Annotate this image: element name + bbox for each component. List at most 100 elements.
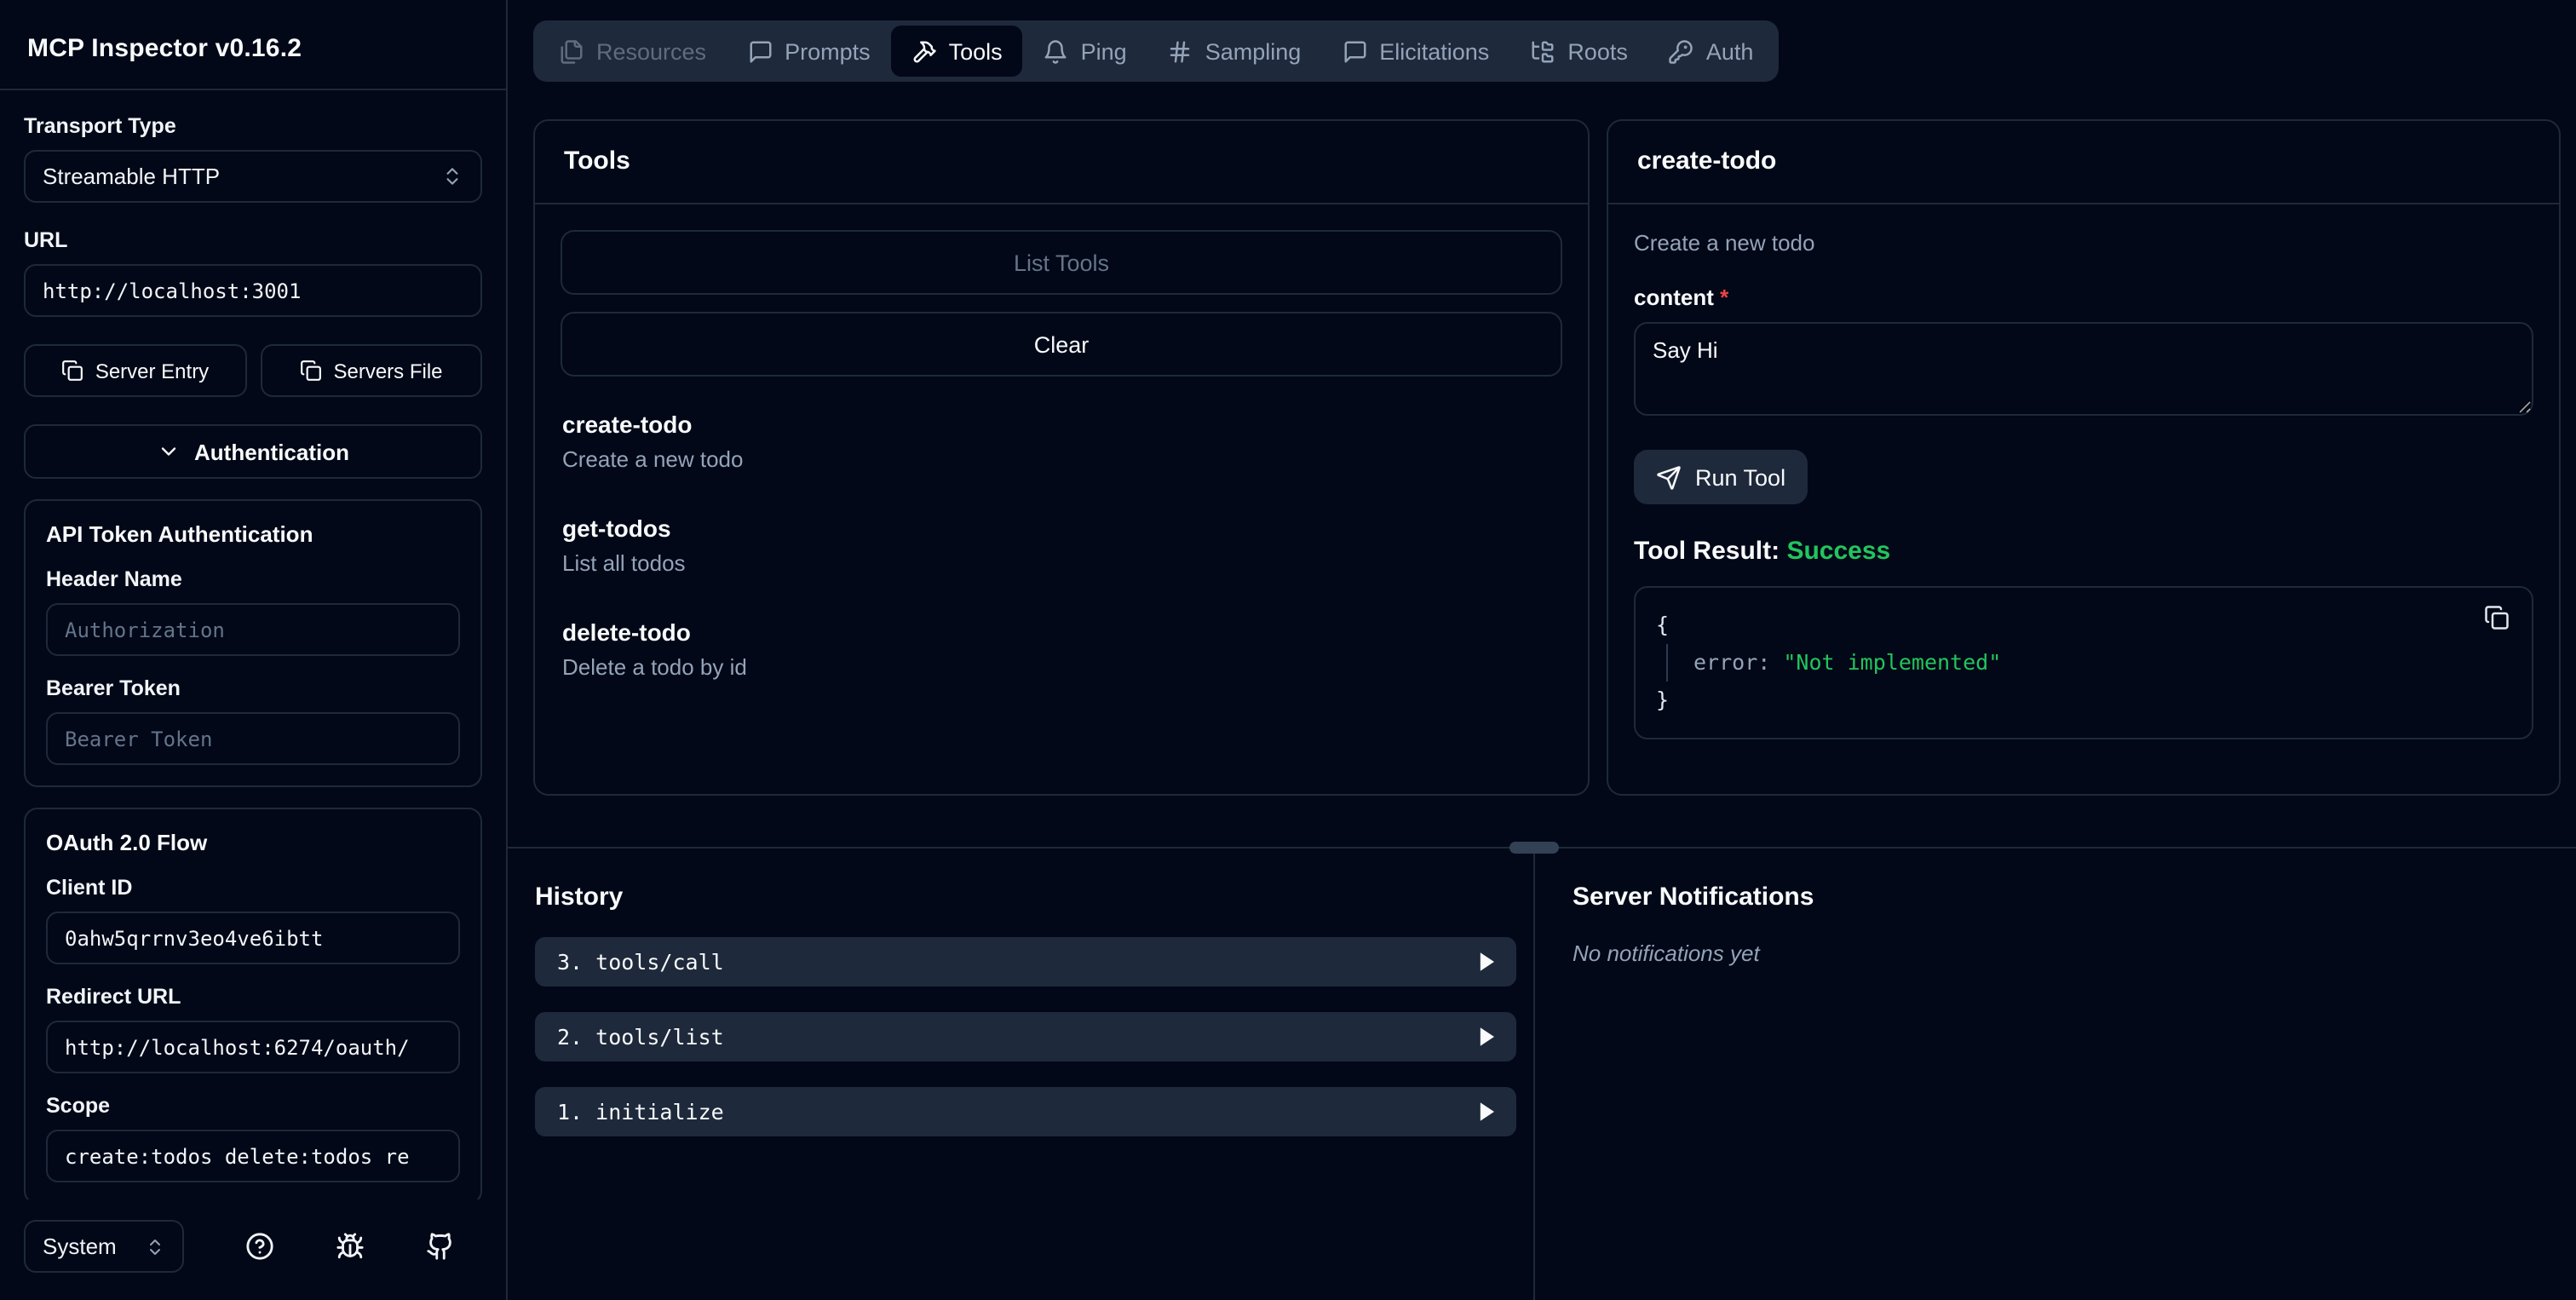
tool-result-label: Tool Result:	[1634, 537, 1780, 566]
client-id-input[interactable]	[46, 912, 460, 964]
url-input[interactable]	[24, 264, 482, 317]
files-icon	[559, 38, 584, 64]
client-id-label: Client ID	[46, 876, 133, 900]
copy-icon	[2484, 605, 2510, 630]
mcp-inspector-window: MCP Inspector v0.16.2 Transport Type Str…	[0, 0, 2576, 1300]
server-entry-label: Server Entry	[95, 359, 210, 383]
theme-select[interactable]: System	[24, 1220, 184, 1273]
tab-label: Tools	[948, 38, 1003, 64]
sidebar: MCP Inspector v0.16.2 Transport Type Str…	[0, 0, 508, 1300]
transport-type-label: Transport Type	[24, 114, 176, 138]
expand-arrow-icon	[1479, 952, 1494, 971]
bearer-token-label: Bearer Token	[46, 676, 181, 700]
run-tool-button[interactable]: Run Tool	[1634, 450, 1808, 504]
tool-description: Delete a todo by id	[562, 654, 747, 680]
clear-button[interactable]: Clear	[561, 312, 1562, 377]
tab-elicitations[interactable]: Elicitations	[1321, 26, 1509, 77]
history-entry-tools-call[interactable]: 3. tools/call	[535, 937, 1516, 987]
run-tool-label: Run Tool	[1695, 464, 1786, 490]
tab-label: Roots	[1567, 38, 1628, 64]
header-name-input[interactable]	[46, 603, 460, 656]
tab-auth[interactable]: Auth	[1648, 26, 1774, 77]
servers-file-button[interactable]: Servers File	[260, 344, 482, 397]
tools-panel-title: Tools	[535, 121, 1588, 204]
report-bug-button[interactable]	[336, 1232, 365, 1261]
tab-ping[interactable]: Ping	[1023, 26, 1147, 77]
transport-type-value: Streamable HTTP	[43, 164, 221, 189]
header-name-label: Header Name	[46, 567, 182, 591]
tab-label: Resources	[596, 38, 707, 64]
tab-tools[interactable]: Tools	[890, 26, 1023, 77]
content-label-text: content	[1634, 285, 1714, 310]
oauth-title: OAuth 2.0 Flow	[46, 830, 208, 855]
tab-prompts[interactable]: Prompts	[727, 26, 891, 77]
key-icon	[1669, 38, 1694, 64]
api-token-title: API Token Authentication	[46, 521, 313, 547]
chevrons-up-down-icon	[441, 165, 463, 187]
history-title: History	[535, 883, 624, 912]
circle-help-icon	[245, 1232, 274, 1261]
history-entry-label: 1. initialize	[557, 1099, 724, 1125]
expand-arrow-icon	[1479, 1027, 1494, 1046]
server-entry-button[interactable]: Server Entry	[24, 344, 246, 397]
bearer-token-input[interactable]	[46, 712, 460, 765]
content-field-label: content *	[1634, 285, 2533, 310]
bottom-section: History 3. tools/call 2. tools/list 1. i…	[508, 848, 2576, 1300]
json-close-brace: }	[1656, 687, 1670, 712]
scope-input[interactable]	[46, 1130, 460, 1182]
tool-list-item-delete-todo[interactable]: delete-todo Delete a todo by id	[561, 610, 1562, 688]
message-square-icon	[1342, 38, 1367, 64]
tool-result-status: Success	[1786, 537, 1891, 566]
expand-arrow-icon	[1479, 1102, 1494, 1121]
tab-roots[interactable]: Roots	[1509, 26, 1648, 77]
main-area: Resources Prompts Tools Ping Sampling El…	[508, 0, 2576, 1300]
message-square-icon	[747, 38, 773, 64]
list-tools-button[interactable]: List Tools	[561, 230, 1562, 295]
server-notifications-title: Server Notifications	[1573, 883, 1814, 912]
redirect-url-input[interactable]	[46, 1021, 460, 1073]
hammer-icon	[911, 38, 937, 64]
theme-value: System	[43, 1234, 117, 1259]
scope-label: Scope	[46, 1094, 111, 1118]
history-panel: History 3. tools/call 2. tools/list 1. i…	[508, 848, 1533, 1300]
tab-bar: Resources Prompts Tools Ping Sampling El…	[533, 20, 1780, 82]
tool-result-line: Tool Result: Success	[1634, 537, 2533, 566]
oauth-card: OAuth 2.0 Flow Client ID Redirect URL Sc…	[24, 808, 482, 1199]
github-icon	[426, 1232, 455, 1261]
tab-resources[interactable]: Resources	[538, 26, 727, 77]
json-string-value: "Not implemented"	[1783, 649, 2002, 675]
history-entry-label: 2. tools/list	[557, 1024, 724, 1050]
history-entry-initialize[interactable]: 1. initialize	[535, 1087, 1516, 1136]
tab-label: Elicitations	[1379, 38, 1490, 64]
copy-icon	[299, 360, 321, 382]
tab-label: Prompts	[785, 38, 871, 64]
copy-json-button[interactable]	[2484, 605, 2510, 630]
help-button[interactable]	[245, 1232, 274, 1261]
bell-icon	[1044, 38, 1069, 64]
github-button[interactable]	[426, 1232, 455, 1261]
server-notifications-panel: Server Notifications No notifications ye…	[1533, 848, 2576, 1300]
required-asterisk: *	[1720, 285, 1729, 310]
tab-sampling[interactable]: Sampling	[1147, 26, 1322, 77]
tool-list-item-get-todos[interactable]: get-todos List all todos	[561, 506, 1562, 584]
chevrons-up-down-icon	[145, 1236, 165, 1257]
hash-icon	[1168, 38, 1193, 64]
tools-panel-body: List Tools Clear create-todo Create a ne…	[535, 204, 1588, 794]
tool-description: Create a new todo	[562, 446, 744, 472]
tool-detail-description: Create a new todo	[1634, 230, 1815, 256]
history-entry-tools-list[interactable]: 2. tools/list	[535, 1012, 1516, 1061]
tool-name: get-todos	[562, 515, 671, 542]
transport-type-select[interactable]: Streamable HTTP	[24, 150, 482, 203]
content-textarea[interactable]: Say Hi	[1634, 322, 2533, 416]
resize-handle[interactable]	[1509, 842, 1559, 854]
authentication-toggle[interactable]: Authentication	[24, 424, 482, 479]
no-notifications-message: No notifications yet	[1573, 940, 1760, 966]
url-label: URL	[24, 228, 68, 252]
tool-name: delete-todo	[562, 618, 691, 646]
json-result-viewer: { error: "Not implemented" }	[1634, 586, 2533, 739]
json-open-brace: {	[1656, 612, 1670, 637]
tool-list-item-create-todo[interactable]: create-todo Create a new todo	[561, 402, 1562, 480]
history-entry-label: 3. tools/call	[557, 949, 724, 975]
top-panels: Tools List Tools Clear create-todo Creat…	[533, 119, 2561, 796]
app-title: MCP Inspector v0.16.2	[27, 34, 302, 63]
